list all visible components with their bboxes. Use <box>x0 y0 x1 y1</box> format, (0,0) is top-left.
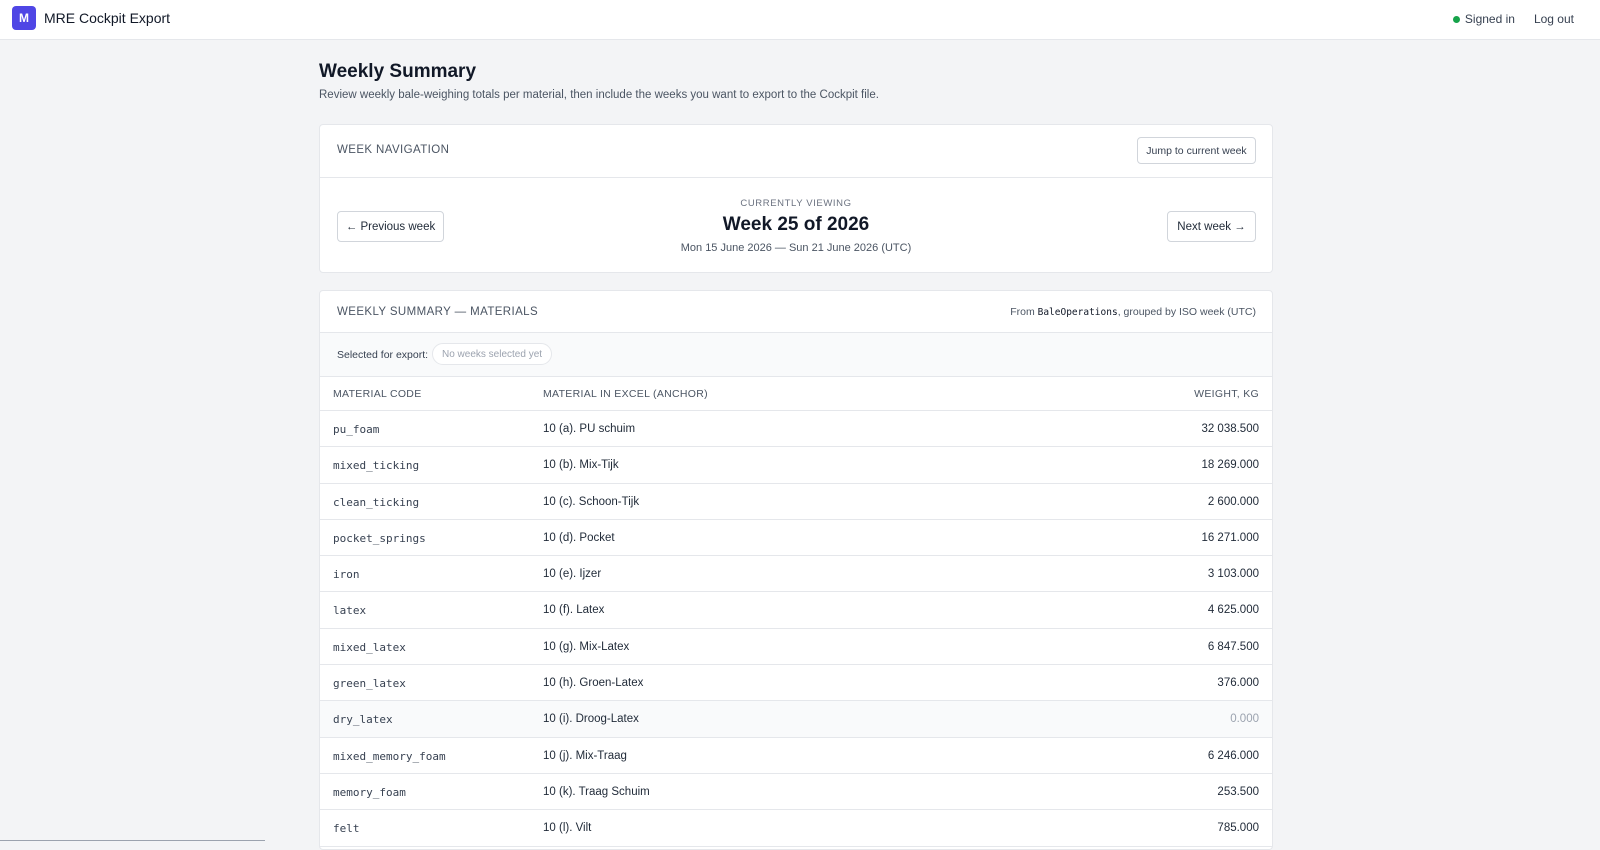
cell-material-excel: 10 (d). Pocket <box>543 531 615 544</box>
cell-weight: 376.000 <box>1217 677 1259 690</box>
top-navbar: M MRE Cockpit Export Signed in Log out <box>0 0 1600 40</box>
cell-weight: 253.500 <box>1217 785 1259 798</box>
current-week-display: Currently viewing Week 25 of 2026 Mon 15… <box>320 198 1272 254</box>
table-body: pu_foam 10 (a). PU schuim 32 038.500 mixed_… <box>320 411 1272 847</box>
weekly-summary-card: Weekly summary — materials From BaleOper… <box>319 290 1273 850</box>
week-navigation-body: ← Previous week Currently viewing Week 2… <box>320 178 1272 274</box>
cell-weight: 16 271.000 <box>1201 531 1259 544</box>
cell-material-excel: 10 (h). Groen-Latex <box>543 677 644 690</box>
brand[interactable]: M MRE Cockpit Export <box>12 6 170 30</box>
status-dot-icon <box>1452 15 1460 23</box>
weekly-summary-header: Weekly summary — materials From BaleOper… <box>320 291 1272 333</box>
export-selection-badge: No weeks selected yet <box>432 343 553 365</box>
cell-material-excel: 10 (a). PU schuim <box>543 423 636 435</box>
logout-link[interactable]: Log out <box>1534 12 1574 26</box>
currently-viewing-label: Currently viewing <box>740 198 852 209</box>
cell-material-excel: 10 (b). Mix-Tijk <box>543 459 619 472</box>
table-row: memory_foam 10 (k). Traag Schuim 253.500 <box>320 774 1272 811</box>
page-subtitle: Review weekly bale-weighing totals per m… <box>319 89 879 101</box>
export-selection-bar: Selected for export: No weeks selected y… <box>320 333 1272 377</box>
export-selection-label: Selected for export: <box>337 349 429 361</box>
cell-weight: 2 600.000 <box>1207 495 1259 508</box>
source-code: BaleOperations <box>1037 307 1118 318</box>
cell-material-excel: 10 (c). Schoon-Tijk <box>543 495 640 508</box>
table-row: green_latex 10 (h). Groen-Latex 376.000 <box>320 665 1272 702</box>
column-header-weight: Weight, kg <box>1194 388 1259 400</box>
cell-material-code: pu_foam <box>333 423 380 436</box>
cell-material-excel: 10 (f). Latex <box>543 604 605 617</box>
table-row: clean_ticking 10 (c). Schoon-Tijk 2 600.00… <box>320 484 1272 520</box>
cell-weight: 6 246.000 <box>1207 749 1259 762</box>
table-row: iron 10 (e). Ijzer 3 103.000 <box>320 556 1272 593</box>
cell-weight: 32 038.500 <box>1201 423 1259 435</box>
jump-to-current-week-button[interactable]: Jump to current week <box>1137 137 1256 164</box>
cell-weight: 785.000 <box>1217 822 1259 835</box>
app-name: MRE Cockpit Export <box>44 10 171 26</box>
cell-material-excel: 10 (g). Mix-Latex <box>543 640 630 653</box>
table-row: felt 10 (l). Vilt 785.000 <box>320 810 1272 847</box>
table-row: mixed_latex 10 (g). Mix-Latex 6 847.500 <box>320 629 1272 666</box>
source-suffix: , grouped by ISO week (UTC) <box>1117 306 1256 318</box>
table-row: mixed_memory_foam 10 (j). Mix-Traag 6 246.… <box>320 738 1272 774</box>
cell-material-code: iron <box>333 568 360 582</box>
cell-material-code: latex <box>333 604 367 618</box>
cell-material-code: green_latex <box>333 677 406 691</box>
cell-weight: 0.000 <box>1230 713 1259 726</box>
table-row: pu_foam 10 (a). PU schuim 32 038.500 <box>320 411 1272 448</box>
cell-material-excel: 10 (j). Mix-Traag <box>543 749 627 762</box>
cell-material-excel: 10 (k). Traag Schuim <box>543 785 650 798</box>
column-header-material-code: Material code <box>333 388 422 400</box>
week-date-range: Mon 15 June 2026 — Sun 21 June 2026 (UTC… <box>680 242 912 254</box>
table-row: latex 10 (f). Latex 4 625.000 <box>320 592 1272 629</box>
weekly-summary-title: Weekly summary — materials <box>337 306 539 318</box>
source-note: From BaleOperations, grouped by ISO week… <box>1010 306 1256 318</box>
cell-material-code: clean_ticking <box>333 495 420 509</box>
cell-material-code: mixed_ticking <box>333 459 420 473</box>
nav-actions: Signed in Log out <box>1452 12 1574 26</box>
app-logo-icon: M <box>12 6 36 30</box>
cell-material-excel: 10 (e). Ijzer <box>543 568 602 581</box>
table-row: mixed_ticking 10 (b). Mix-Tijk 18 269.000 <box>320 447 1272 484</box>
source-prefix: From <box>1010 306 1038 318</box>
cell-weight: 6 847.500 <box>1207 640 1259 653</box>
cell-material-code: mixed_latex <box>333 640 406 654</box>
cell-material-excel: 10 (l). Vilt <box>543 822 592 835</box>
next-week-button[interactable]: Next week → <box>1167 211 1256 242</box>
column-header-material-excel: Material in Excel (anchor) <box>543 388 708 400</box>
signed-in-label: Signed in <box>1464 12 1515 26</box>
signed-in-status: Signed in <box>1452 12 1515 26</box>
page-title: Weekly Summary <box>319 61 477 82</box>
cell-weight: 18 269.000 <box>1201 459 1259 472</box>
cell-material-code: memory_foam <box>333 785 406 799</box>
cell-material-code: dry_latex <box>333 713 393 727</box>
table-row: dry_latex 10 (i). Droog-Latex 0.000 <box>320 701 1272 738</box>
week-title: Week 25 of 2026 <box>722 214 870 235</box>
cell-material-code: felt <box>333 822 360 836</box>
table-header: Material code Material in Excel (anchor)… <box>320 377 1272 411</box>
week-navigation-card: Week navigation Jump to current week ← P… <box>319 124 1273 273</box>
week-navigation-title: Week navigation <box>337 144 450 156</box>
week-navigation-header: Week navigation Jump to current week <box>320 125 1272 178</box>
cell-material-excel: 10 (i). Droog-Latex <box>543 713 639 726</box>
cell-material-code: pocket_springs <box>333 531 426 545</box>
cell-weight: 4 625.000 <box>1207 604 1259 617</box>
table-row: pocket_springs 10 (d). Pocket 16 271.000 <box>320 520 1272 557</box>
cell-material-code: mixed_memory_foam <box>333 749 446 763</box>
cell-weight: 3 103.000 <box>1207 568 1259 581</box>
